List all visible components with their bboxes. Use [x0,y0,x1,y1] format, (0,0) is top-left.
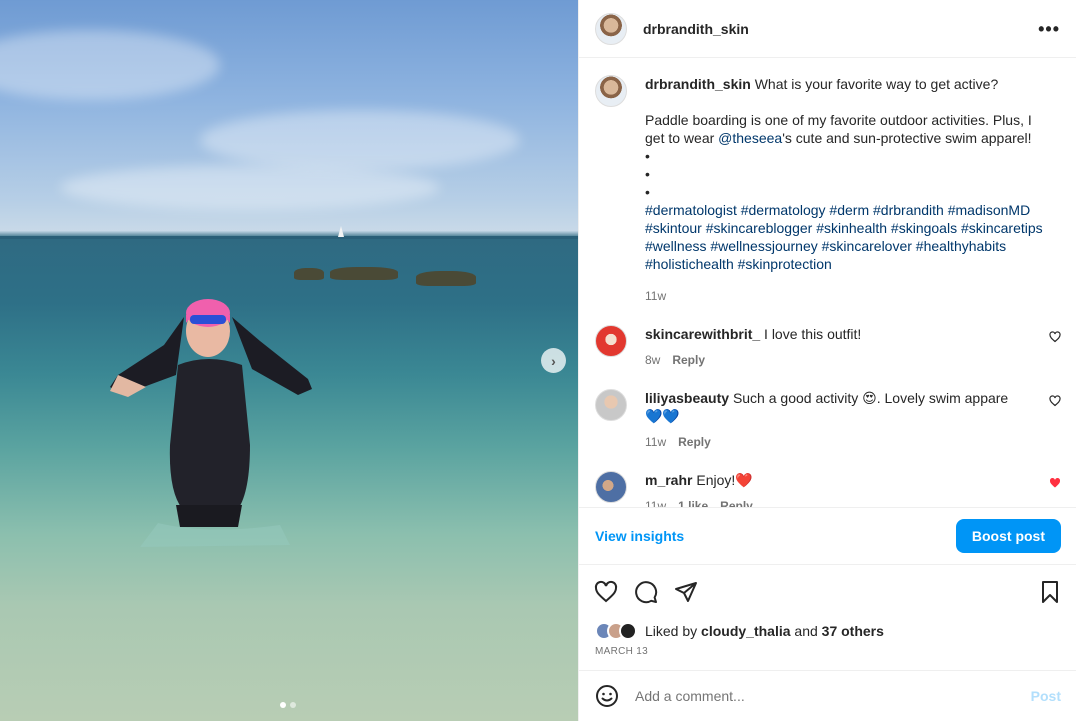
comment-liked-heart-icon[interactable] [1049,477,1061,489]
more-options-icon[interactable]: ••• [1038,20,1060,38]
caption-first-line: What is your favorite way to get active? [754,76,999,92]
insights-bar: View insights Boost post [579,507,1076,565]
commenter-avatar[interactable] [595,389,627,421]
cloud [0,30,220,100]
view-insights-link[interactable]: View insights [595,528,684,544]
comment-input[interactable] [635,688,1031,704]
share-paper-plane-icon[interactable] [673,579,699,605]
caption-author-avatar[interactable] [595,75,627,107]
comment-item: skincarewithbrit_ I love this outfit! 8w… [595,325,1061,369]
comment-text: I love this outfit! [764,326,862,342]
author-avatar[interactable] [595,12,627,45]
cloud [60,165,440,210]
rock [294,268,324,280]
comment-timestamp[interactable]: 8w [645,353,660,367]
boost-post-button[interactable]: Boost post [955,519,1061,553]
likes-summary: Liked by cloudy_thalia and 37 others [595,622,884,640]
comment-like-heart-icon[interactable] [1049,395,1061,407]
comment-bubble-icon[interactable] [633,579,659,605]
post-date[interactable]: MARCH 13 [595,646,648,657]
comment-item: liliyasbeauty Such a good activity 😍. Lo… [595,389,1061,451]
hashtags[interactable]: #dermatologist #dermatology #derm #drbra… [645,201,1045,273]
comment-item: m_rahr Enjoy!❤️ 11w 1 like Reply [595,471,1061,507]
add-comment-bar: Post [579,670,1076,721]
caption-timestamp[interactable]: 11w [645,289,666,303]
commenter-username[interactable]: m_rahr [645,472,692,488]
commenter-username[interactable]: liliyasbeauty [645,390,729,406]
mention-link[interactable]: @theseea [718,130,782,146]
liker-avatar [619,622,637,640]
caption-author[interactable]: drbrandith_skin [645,76,751,92]
caption-text-end: 's cute and sun-protective swim apparel! [782,130,1032,146]
emoji-icon[interactable] [595,684,619,708]
comment-timestamp[interactable]: 11w [645,435,666,449]
save-bookmark-icon[interactable] [1037,579,1063,605]
carousel-dot-active [280,702,286,708]
cloud [200,110,520,170]
liked-by-others[interactable]: 37 others [822,623,884,639]
next-slide-button[interactable]: › [541,348,566,373]
post-photo[interactable]: › [0,0,578,721]
comment-like-count[interactable]: 1 like [678,499,708,507]
reply-button[interactable]: Reply [672,353,705,367]
comment-like-heart-icon[interactable] [1049,331,1061,343]
caption-bullet: • [645,166,650,182]
sailboat [338,226,344,237]
commenter-avatar[interactable] [595,471,627,503]
post-caption: drbrandith_skin What is your favorite wa… [595,75,1061,305]
reply-button[interactable]: Reply [720,499,753,507]
rock [330,267,398,280]
post-comment-button[interactable]: Post [1031,688,1061,704]
swimmer-figure [110,299,312,547]
author-username[interactable]: drbrandith_skin [643,21,749,37]
caption-bullet: • [645,148,650,164]
reply-button[interactable]: Reply [678,435,711,449]
carousel-dots [280,702,296,708]
carousel-dot [290,702,296,708]
commenter-username[interactable]: skincarewithbrit_ [645,326,760,342]
post-header: drbrandith_skin ••• [579,0,1076,58]
comment-timestamp[interactable]: 11w [645,499,666,507]
liked-by-and: and [794,623,818,639]
action-bar [579,576,1076,608]
caption-bullet: • [645,184,650,200]
rock [416,271,476,286]
commenter-avatar[interactable] [595,325,627,357]
like-heart-icon[interactable] [593,579,619,605]
liked-by-user[interactable]: cloudy_thalia [701,623,790,639]
liked-by-prefix: Liked by [645,623,698,639]
comment-text: Enjoy!❤️ [696,472,753,488]
horizon [0,236,578,239]
comments-section[interactable]: drbrandith_skin What is your favorite wa… [579,59,1076,507]
post-panel: drbrandith_skin ••• drbrandith_skin What… [578,0,1076,721]
